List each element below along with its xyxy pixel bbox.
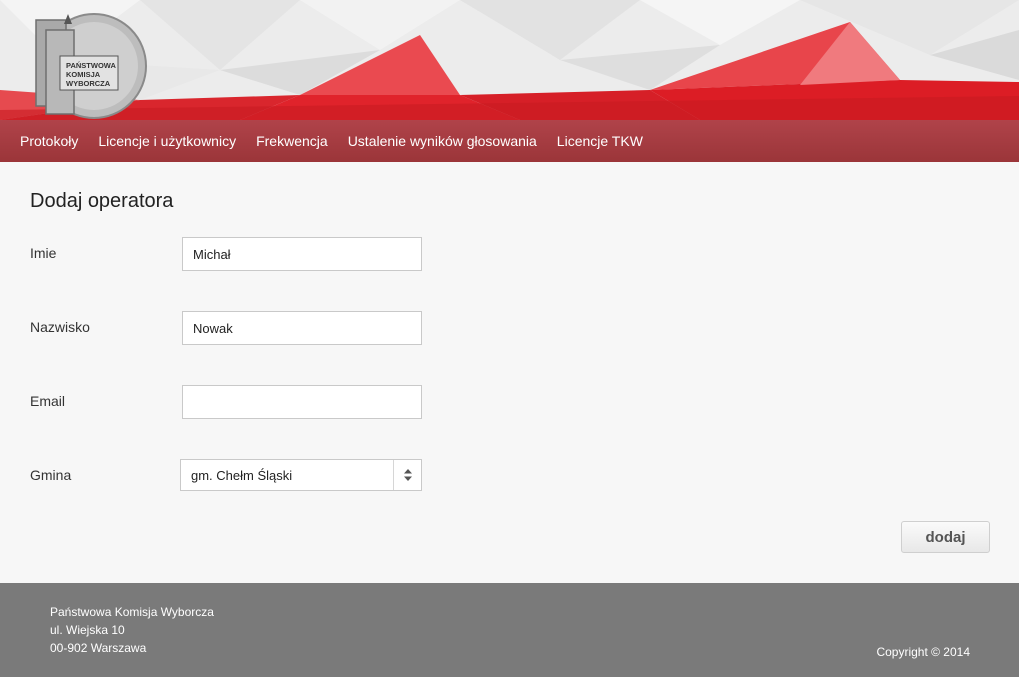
nav-item-voting-results[interactable]: Ustalenie wyników głosowania <box>348 133 537 149</box>
nav-item-turnout[interactable]: Frekwencja <box>256 133 328 149</box>
footer-street: ul. Wiejska 10 <box>50 623 125 637</box>
footer-address: Państwowa Komisja Wyborcza ul. Wiejska 1… <box>50 603 214 657</box>
footer-city: 00-902 Warszawa <box>50 641 147 655</box>
main-navigation: Protokoły Licencje i użytkownicy Frekwen… <box>0 120 1019 162</box>
municipality-label: Gmina <box>30 467 72 483</box>
footer-copyright: Copyright © 2014 <box>876 645 970 659</box>
page-title: Dodaj operatora <box>30 190 174 212</box>
first-name-input[interactable] <box>182 237 422 271</box>
banner-polygon-background <box>0 0 1019 120</box>
select-updown-arrows-icon <box>393 460 421 490</box>
footer: Państwowa Komisja Wyborcza ul. Wiejska 1… <box>0 583 1019 677</box>
first-name-label: Imie <box>30 245 57 261</box>
email-label: Email <box>30 393 66 409</box>
email-input[interactable] <box>182 385 422 419</box>
pkw-logo: PAŃSTWOWA KOMISJA WYBORCZA <box>32 8 150 120</box>
logo-text-line-2: KOMISJA <box>66 70 101 79</box>
last-name-input[interactable] <box>182 311 422 345</box>
nav-item-protocols[interactable]: Protokoły <box>20 133 78 149</box>
nav-item-tkw-licenses[interactable]: Licencje TKW <box>557 133 643 149</box>
main-content: Dodaj operatora Imie Nazwisko Email Gmin… <box>0 162 1019 583</box>
footer-org-name: Państwowa Komisja Wyborcza <box>50 605 214 619</box>
header-banner: PAŃSTWOWA KOMISJA WYBORCZA <box>0 0 1019 120</box>
logo-text-line-1: PAŃSTWOWA <box>66 61 116 70</box>
add-operator-button[interactable]: dodaj <box>901 521 990 553</box>
logo-text-line-3: WYBORCZA <box>66 79 111 88</box>
municipality-select-value: gm. Chełm Śląski <box>191 468 293 483</box>
last-name-label: Nazwisko <box>30 319 90 335</box>
municipality-select[interactable]: gm. Chełm Śląski <box>180 459 422 491</box>
nav-item-licenses-users[interactable]: Licencje i użytkownicy <box>98 133 236 149</box>
